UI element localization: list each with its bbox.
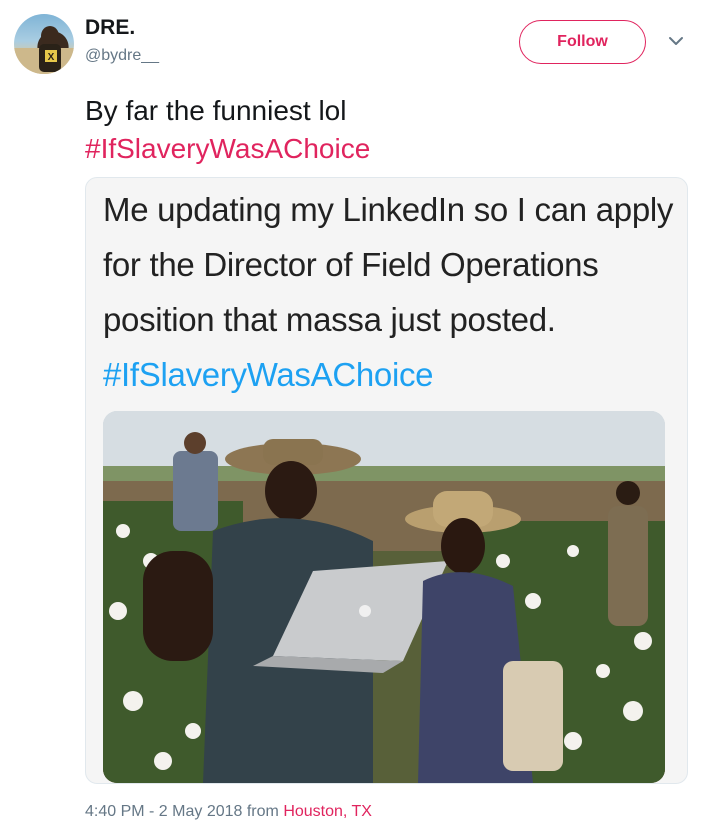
photo-illustration xyxy=(103,411,665,783)
svg-text:X: X xyxy=(48,52,55,63)
user-handle[interactable]: @bydre__ xyxy=(85,47,159,65)
meme-photo xyxy=(103,411,665,783)
display-name[interactable]: DRE. xyxy=(85,16,135,40)
tweet-timestamp: 4:40 PM - 2 May 2018 from Houston, TX xyxy=(85,803,372,821)
avatar-image: X xyxy=(14,26,74,74)
location-link[interactable]: Houston, TX xyxy=(283,803,372,820)
avatar[interactable]: X xyxy=(14,14,74,74)
meme-hashtag: #IfSlaveryWasAChoice xyxy=(103,356,434,393)
tweet-hashtag-link[interactable]: #IfSlaveryWasAChoice xyxy=(85,130,370,168)
meme-text: Me updating my LinkedIn so I can apply f… xyxy=(103,191,674,338)
tweet-body: By far the funniest lol #IfSlaveryWasACh… xyxy=(85,92,370,168)
follow-button[interactable]: Follow xyxy=(519,20,646,64)
meme-caption: Me updating my LinkedIn so I can apply f… xyxy=(103,182,683,402)
tweet-text: By far the funniest lol xyxy=(85,95,347,126)
chevron-down-icon[interactable] xyxy=(667,34,685,48)
timestamp-text[interactable]: 4:40 PM - 2 May 2018 from xyxy=(85,803,283,820)
tweet-media[interactable]: Me updating my LinkedIn so I can apply f… xyxy=(85,177,688,784)
tweet-card: X DRE. @bydre__ Follow By far the funnie… xyxy=(0,0,726,823)
